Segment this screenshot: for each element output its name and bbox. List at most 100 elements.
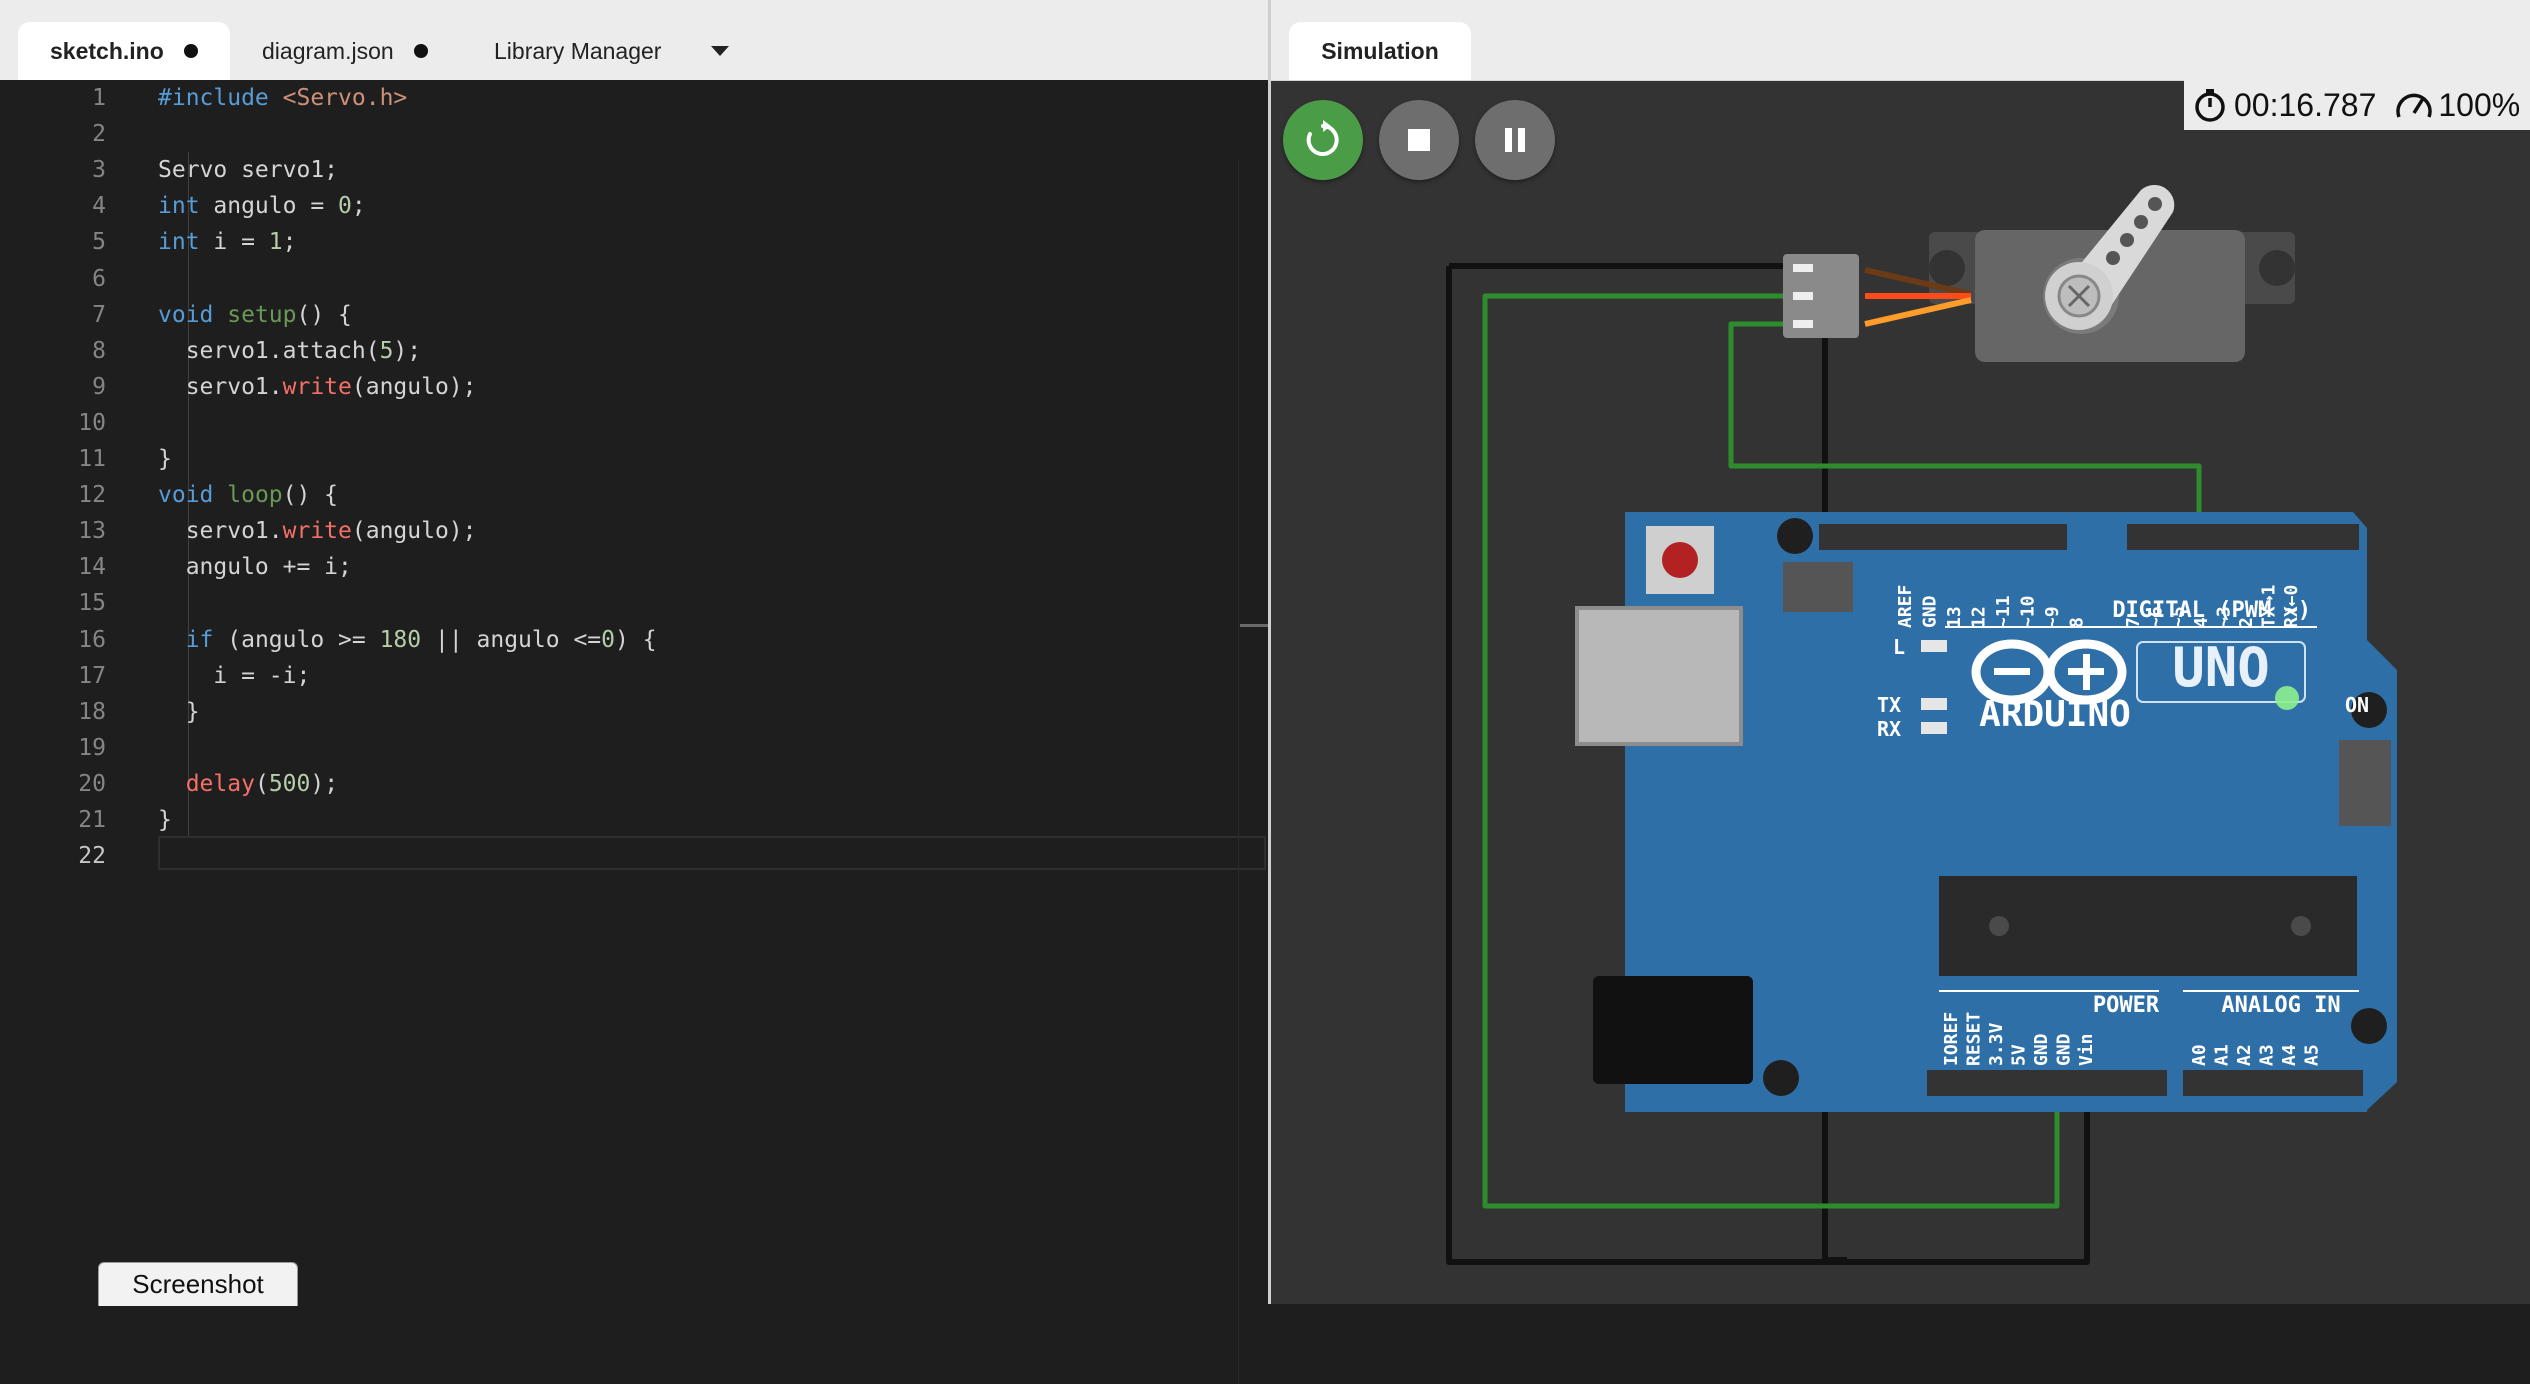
- line-number: 4: [92, 193, 106, 220]
- code-text: }: [158, 446, 172, 472]
- power-pin-label: GND: [2054, 1033, 2075, 1066]
- speed-gauge-icon: [2396, 93, 2433, 118]
- code-line[interactable]: 6: [0, 261, 1268, 297]
- code-text: int i = 1;: [158, 229, 297, 256]
- line-number: 19: [78, 734, 106, 761]
- code-text: int angulo = 0;: [158, 193, 366, 220]
- line-number: 20: [78, 770, 106, 797]
- digital-pin-label: ~3: [2213, 606, 2234, 628]
- digital-pin-label: TX→1: [2259, 585, 2280, 628]
- power-header-label: POWER: [2093, 993, 2160, 1018]
- unsaved-dot-icon: [183, 44, 198, 58]
- digital-pin-label: AREF: [1895, 585, 1916, 628]
- code-text: delay(500);: [185, 770, 339, 797]
- code-line[interactable]: 15: [0, 585, 1268, 621]
- stopwatch-icon: [2195, 89, 2225, 122]
- analog-pin-label: A5: [2302, 1044, 2323, 1066]
- simulation-pane: Simulation ARDUINO UNO DIGITAL (PWM ~) O…: [1271, 0, 2530, 1304]
- code-text: if (angulo >= 180 || angulo <=0) {: [185, 626, 657, 653]
- analog-pin-label: A3: [2257, 1044, 2278, 1066]
- code-text: servo1.write(angulo);: [158, 373, 477, 400]
- analog-pin-label: A1: [2212, 1044, 2233, 1066]
- code-text: void setup() {: [158, 301, 352, 328]
- code-line[interactable]: 7 void setup() {: [0, 297, 1268, 333]
- analog-pin-label: A4: [2279, 1044, 2300, 1066]
- digital-pin-label: ~10: [2018, 595, 2039, 628]
- arduino-brand-label: ARDUINO: [1979, 694, 2131, 735]
- code-line[interactable]: 17 i = -i;: [0, 658, 1268, 694]
- code-line[interactable]: 12 void loop() {: [0, 477, 1268, 513]
- code-line[interactable]: 16 if (angulo >= 180 || angulo <=0) {: [0, 622, 1268, 658]
- power-pin-label: 3.3V: [1986, 1022, 2007, 1066]
- code-area[interactable]: 1 #include <Servo.h> 2 3 Servo servo1; 4 int a…: [0, 80, 1268, 1384]
- tab-library-manager[interactable]: Library Manager: [464, 22, 764, 80]
- line-number: 22: [78, 843, 106, 870]
- code-line[interactable]: 4 int angulo = 0;: [0, 188, 1268, 224]
- circuit-canvas: ARDUINO UNO DIGITAL (PWM ~) ON L TX RX P…: [1446, 184, 2397, 1265]
- elapsed-time: 00:16.787: [2234, 86, 2377, 123]
- line-number: 3: [92, 157, 106, 184]
- code-text: }: [158, 698, 200, 725]
- on-label: ON: [2345, 693, 2369, 717]
- code-line[interactable]: 22: [0, 838, 1268, 874]
- code-line[interactable]: 21}: [0, 802, 1268, 838]
- analog-header-label: ANALOG IN: [2221, 993, 2340, 1018]
- line-number: 15: [78, 590, 106, 617]
- line-number: 11: [78, 446, 106, 472]
- digital-pin-label: 2: [2236, 617, 2257, 628]
- code-line[interactable]: 20 delay(500);: [0, 766, 1268, 802]
- code-line[interactable]: 14 angulo += i;: [0, 549, 1268, 585]
- code-line[interactable]: 18 }: [0, 694, 1268, 730]
- line-number: 14: [78, 554, 106, 581]
- uno-model-label: UNO: [2172, 636, 2270, 699]
- code-text: servo1.write(angulo);: [158, 518, 477, 545]
- digital-pin-label: 4: [2191, 617, 2212, 628]
- servo-motor[interactable]: [1783, 184, 2295, 362]
- line-number: 7: [92, 301, 106, 328]
- chevron-down-icon[interactable]: [711, 46, 730, 56]
- line-number: 6: [92, 265, 106, 292]
- code-line[interactable]: 3 Servo servo1;: [0, 152, 1268, 188]
- editor-tab-bar: sketch.ino diagram.json Library Manager: [0, 0, 1268, 81]
- simulation-status: 00:16.787 100%: [2184, 80, 2530, 130]
- code-line[interactable]: 5 int i = 1;: [0, 224, 1268, 260]
- code-text: i = -i;: [158, 662, 311, 689]
- digital-pin-label: GND: [1920, 595, 1941, 628]
- code-line[interactable]: 13 servo1.write(angulo);: [0, 513, 1268, 549]
- code-editor-pane: sketch.ino diagram.json Library Manager …: [0, 0, 1268, 1384]
- code-line[interactable]: 1 #include <Servo.h>: [0, 80, 1268, 116]
- unsaved-dot-icon: [413, 44, 428, 58]
- line-number: 9: [92, 373, 106, 400]
- power-pin-label: 5V: [2009, 1044, 2030, 1066]
- code-line[interactable]: 10: [0, 405, 1268, 441]
- code-line[interactable]: 11}: [0, 441, 1268, 477]
- tab-simulation[interactable]: Simulation: [1289, 22, 1471, 80]
- code-line[interactable]: 9 servo1.write(angulo);: [0, 369, 1268, 405]
- code-line[interactable]: 19: [0, 730, 1268, 766]
- simulation-speed: 100%: [2438, 86, 2521, 123]
- code-line[interactable]: 2: [0, 116, 1268, 152]
- digital-pin-label: RX←0: [2281, 585, 2302, 628]
- digital-pin-label: ~5: [2168, 606, 2189, 628]
- digital-pin-label: ~6: [2146, 606, 2167, 628]
- line-number: 5: [92, 229, 106, 256]
- code-line[interactable]: 8 servo1.attach(5);: [0, 333, 1268, 369]
- line-number: 21: [78, 807, 106, 833]
- line-number: 16: [78, 626, 106, 653]
- line-number: 13: [78, 518, 106, 545]
- tab-sketch-ino[interactable]: sketch.ino: [18, 22, 230, 80]
- line-number: 1: [92, 85, 106, 111]
- tab-label: Library Manager: [494, 37, 662, 64]
- code-text: #include <Servo.h>: [158, 85, 408, 111]
- line-number: 10: [78, 409, 106, 436]
- tab-label: sketch.ino: [50, 37, 164, 64]
- tab-label: Simulation: [1321, 37, 1439, 64]
- tab-diagram-json[interactable]: diagram.json: [232, 22, 462, 80]
- code-text: angulo += i;: [158, 554, 352, 581]
- line-number: 18: [78, 698, 106, 725]
- analog-pin-label: A2: [2234, 1044, 2255, 1066]
- screenshot-button[interactable]: Screenshot: [98, 1262, 298, 1306]
- tab-label: diagram.json: [262, 37, 394, 64]
- code-text: Servo servo1;: [158, 157, 339, 184]
- power-pin-label: Vin: [2076, 1033, 2097, 1066]
